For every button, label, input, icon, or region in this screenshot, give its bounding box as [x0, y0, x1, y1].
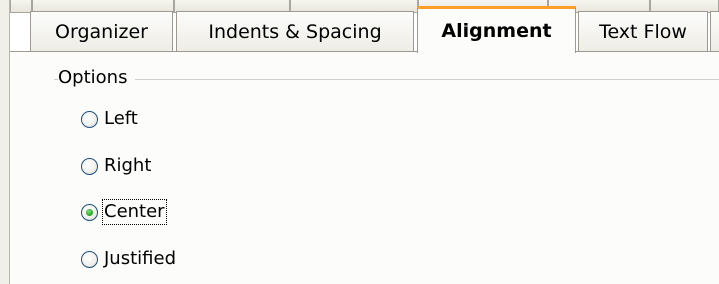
dialog-frame-left — [0, 0, 10, 284]
tab-overflow[interactable] — [710, 11, 719, 51]
tab-indents-spacing[interactable]: Indents & Spacing — [176, 11, 414, 51]
radio-left[interactable]: Left — [81, 104, 138, 134]
tab-label: Indents & Spacing — [208, 20, 382, 43]
radio-center[interactable]: Center — [81, 197, 167, 227]
radio-button-icon[interactable] — [81, 250, 98, 268]
tab-label: Text Flow — [599, 20, 687, 43]
tab-text-flow[interactable]: Text Flow — [578, 11, 708, 51]
tab-organizer[interactable]: Organizer — [30, 11, 173, 51]
radio-button-checked-icon[interactable] — [81, 203, 98, 221]
radio-button-icon[interactable] — [81, 157, 98, 175]
radio-justified-label: Justified — [104, 248, 176, 269]
radio-center-label: Center — [102, 199, 167, 225]
tab-label: Organizer — [55, 20, 148, 43]
radio-right[interactable]: Right — [81, 151, 151, 181]
tab-label: Alignment — [441, 20, 552, 42]
alignment-panel: Options Left Right Center Justified — [10, 51, 719, 284]
options-group-label: Options — [58, 67, 136, 88]
radio-button-icon[interactable] — [81, 110, 98, 128]
radio-left-label: Left — [104, 108, 138, 129]
radio-right-label: Right — [104, 155, 152, 176]
options-group-divider — [54, 79, 719, 80]
tab-alignment[interactable]: Alignment — [417, 6, 576, 53]
back-tab[interactable] — [10, 0, 32, 13]
radio-justified[interactable]: Justified — [81, 244, 176, 274]
